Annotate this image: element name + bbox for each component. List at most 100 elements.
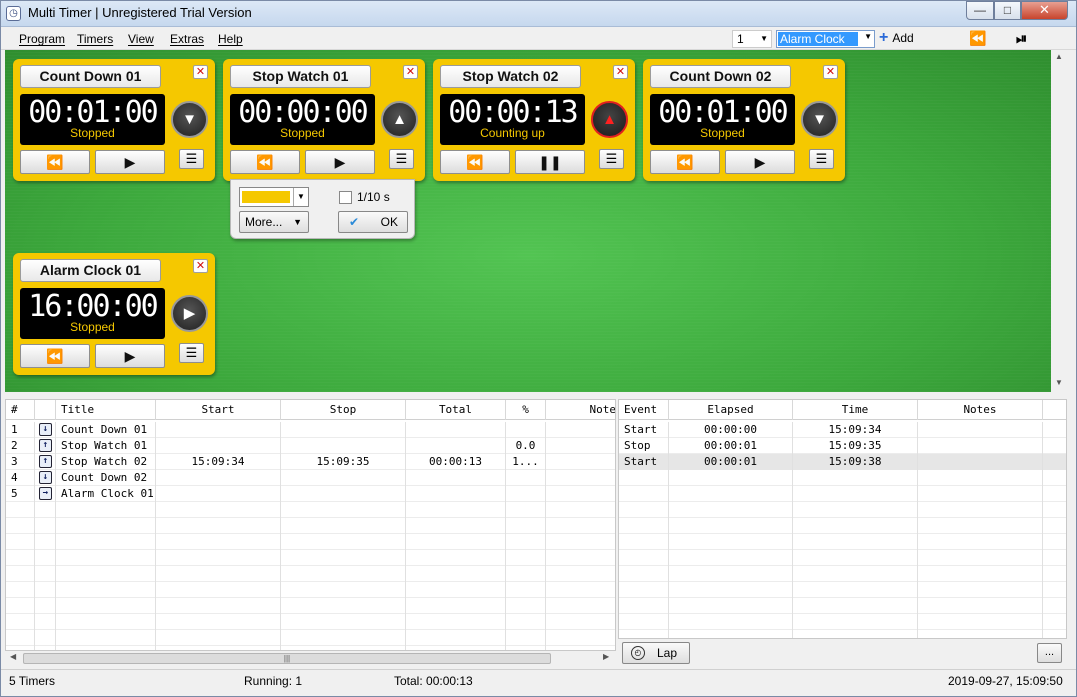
menu-icon[interactable]: ☰ — [599, 149, 624, 169]
reset-button[interactable]: ⏪ — [650, 150, 720, 174]
close-icon[interactable]: ✕ — [193, 65, 208, 79]
menu-icon[interactable]: ☰ — [389, 149, 414, 169]
menu-extras[interactable]: Extras — [170, 32, 204, 46]
table-row[interactable]: 2 ↑ Stop Watch 01 0.0 — [6, 438, 615, 454]
cell-title: Count Down 02 — [56, 470, 156, 486]
start-button[interactable]: ▶ — [305, 150, 375, 174]
cell-icon: ↓ — [35, 422, 56, 438]
cell-elapsed: 00:00:01 — [669, 454, 793, 470]
cell-stop — [281, 518, 406, 534]
close-icon[interactable]: ✕ — [823, 65, 838, 79]
cell-event: Start — [619, 422, 669, 438]
count-down-icon[interactable]: ▼ — [171, 101, 208, 138]
cell-event — [619, 566, 669, 582]
table-row[interactable]: Start 00:00:01 15:09:38 — [619, 454, 1066, 470]
scroll-left-icon[interactable]: ◀ — [10, 652, 16, 661]
scroll-down-icon[interactable]: ▼ — [1055, 378, 1063, 387]
timer-type-select[interactable]: Alarm Clock ▼ — [776, 30, 875, 48]
cell-elapsed — [669, 486, 793, 502]
count-up-icon[interactable]: ▲ — [381, 101, 418, 138]
col-title[interactable]: Title — [56, 400, 156, 420]
menu-timers[interactable]: Timers — [77, 32, 113, 46]
reset-button[interactable]: ⏪ — [230, 150, 300, 174]
menu-help[interactable]: Help — [218, 32, 243, 46]
scroll-thumb[interactable]: ||| — [23, 653, 551, 664]
col-time[interactable]: Time — [793, 400, 918, 420]
cell-total — [406, 470, 506, 486]
cell-event: Start — [619, 454, 669, 470]
col-start[interactable]: Start — [156, 400, 281, 420]
plus-icon: + — [879, 29, 889, 46]
close-icon[interactable]: ✕ — [193, 259, 208, 273]
timer-title[interactable]: Count Down 01 — [20, 65, 161, 88]
scroll-up-icon[interactable]: ▲ — [1055, 52, 1063, 61]
reset-button[interactable]: ⏪ — [20, 344, 90, 368]
menu-icon[interactable]: ☰ — [809, 149, 834, 169]
more-button[interactable]: More... ▼ — [239, 211, 309, 233]
timer-status: Stopped — [70, 126, 115, 140]
cell-pct — [506, 630, 546, 646]
start-button[interactable]: ▶ — [95, 150, 165, 174]
timer-title[interactable]: Stop Watch 02 — [440, 65, 581, 88]
table-horizontal-scrollbar[interactable]: ◀ ||| ▶ — [5, 651, 616, 666]
tenth-second-checkbox[interactable] — [339, 191, 352, 204]
timer-title[interactable]: Count Down 02 — [650, 65, 791, 88]
timer-title[interactable]: Alarm Clock 01 — [20, 259, 161, 282]
col-elapsed[interactable]: Elapsed — [669, 400, 793, 420]
reset-button[interactable]: ⏪ — [440, 150, 510, 174]
count-down-icon[interactable]: ▼ — [801, 101, 838, 138]
ok-button[interactable]: ✔ OK — [338, 211, 408, 233]
menu-view[interactable]: View — [128, 32, 154, 46]
close-icon[interactable]: ✕ — [613, 65, 628, 79]
cell-icon: ↑ — [35, 454, 56, 470]
reset-button[interactable]: ⏪ — [20, 150, 90, 174]
maximize-button[interactable]: □ — [994, 1, 1021, 20]
col-number[interactable]: # — [6, 400, 35, 420]
col-note[interactable]: Note — [546, 400, 616, 420]
cell-time: 15:09:35 — [793, 438, 918, 454]
table-row[interactable]: 1 ↓ Count Down 01 — [6, 422, 615, 438]
timer-type-icon: ↓ — [39, 423, 52, 436]
table-row — [6, 598, 615, 614]
cell-total — [406, 566, 506, 582]
play-pause-all-button[interactable]: ⏯ — [1016, 30, 1027, 47]
col-type[interactable] — [35, 400, 56, 420]
table-row — [619, 470, 1066, 486]
scroll-right-icon[interactable]: ▶ — [603, 652, 609, 661]
table-row[interactable]: Start 00:00:00 15:09:34 — [619, 422, 1066, 438]
menu-program[interactable]: Program — [19, 32, 65, 46]
close-button[interactable]: ✕ — [1021, 1, 1068, 20]
timer-title[interactable]: Stop Watch 01 — [230, 65, 371, 88]
col-event[interactable]: Event — [619, 400, 669, 420]
minimize-button[interactable]: — — [966, 1, 994, 20]
menu-icon[interactable]: ☰ — [179, 343, 204, 363]
table-row[interactable]: 5 → Alarm Clock 01 — [6, 486, 615, 502]
more-options-button[interactable]: ... — [1037, 643, 1062, 663]
table-row[interactable]: 4 ↓ Count Down 02 — [6, 470, 615, 486]
status-bar: 5 Timers Running: 1 Total: 00:00:13 2019… — [1, 669, 1076, 696]
cell-icon — [35, 598, 56, 614]
reset-all-button[interactable]: ⏪ — [969, 30, 986, 47]
pause-button[interactable]: ❚❚ — [515, 150, 585, 174]
menu-icon[interactable]: ☰ — [179, 149, 204, 169]
table-row[interactable]: Stop 00:00:01 15:09:35 — [619, 438, 1066, 454]
add-timer-button[interactable]: + Add — [879, 29, 914, 46]
col-stop[interactable]: Stop — [281, 400, 406, 420]
timer-display: 00:01:00 Stopped — [650, 94, 795, 145]
cell-total — [406, 630, 506, 646]
start-button[interactable]: ▶ — [95, 344, 165, 368]
lap-button[interactable]: ◴ Lap — [622, 642, 690, 664]
cell-start — [156, 502, 281, 518]
table-row[interactable]: 3 ↑ Stop Watch 02 15:09:34 15:09:35 00:00:13 1… — [6, 454, 615, 470]
col-total[interactable]: Total — [406, 400, 506, 420]
col-percent[interactable]: % — [506, 400, 546, 420]
timer-count-select[interactable]: 1 ▼ — [732, 30, 772, 48]
color-swatch — [242, 191, 290, 203]
count-up-active-icon[interactable]: ▲ — [591, 101, 628, 138]
col-notes[interactable]: Notes — [918, 400, 1043, 420]
close-icon[interactable]: ✕ — [403, 65, 418, 79]
board-vertical-scrollbar[interactable]: ▲ ▼ — [1051, 50, 1067, 392]
play-icon[interactable]: ▶ — [171, 295, 208, 332]
color-picker[interactable]: ▼ — [239, 187, 309, 207]
start-button[interactable]: ▶ — [725, 150, 795, 174]
